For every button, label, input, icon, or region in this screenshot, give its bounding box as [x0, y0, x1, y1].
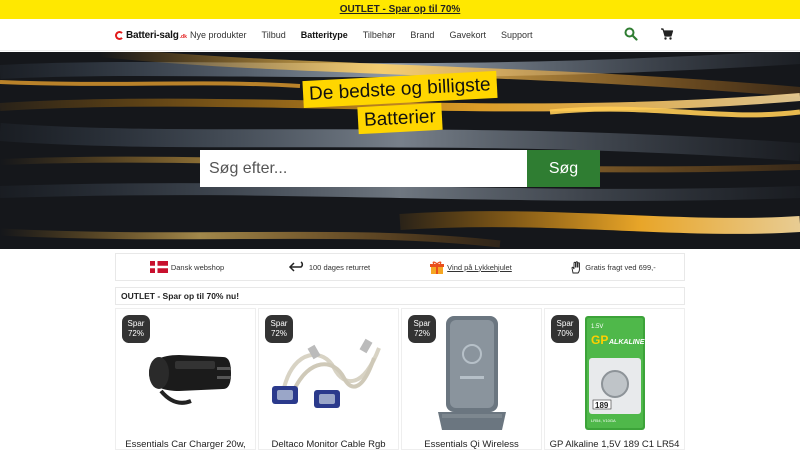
site-logo[interactable]: Batteri-salg .dk — [115, 28, 187, 42]
badge-label: Spar — [556, 319, 574, 328]
hero-headline-line1: De bedste og billigste — [0, 70, 800, 109]
menu-item-nye-produkter[interactable]: Nye produkter — [190, 28, 247, 42]
product-name[interactable]: GP Alkaline 1,5V 189 C1 LR54 — [545, 439, 684, 449]
logo-tld: .dk — [179, 34, 187, 40]
package-model: 189 — [595, 401, 609, 410]
gift-icon — [430, 261, 445, 274]
package-codes: LR54, V10GA — [591, 418, 616, 423]
logo-mark-icon — [115, 30, 124, 40]
cart-icon[interactable] — [660, 27, 674, 41]
badge-value: 72% — [413, 329, 430, 338]
return-arrow-icon — [288, 261, 303, 272]
product-card[interactable]: Spar 72% Essentials Car Charger 20w, — [115, 308, 256, 450]
headline-text-1: De bedste og billigste — [302, 70, 498, 109]
car-charger-image — [148, 355, 231, 405]
search-input[interactable]: Søg efter... — [200, 150, 527, 187]
menu-item-tilbehor[interactable]: Tilbehør — [363, 28, 396, 42]
usp-return: 100 dages returret — [258, 261, 400, 273]
badge-label: Spar — [127, 319, 145, 328]
package-voltage: 1.5V — [591, 324, 603, 330]
product-name[interactable]: Essentials Qi Wireless — [402, 439, 541, 449]
product-card[interactable]: Spar 72% Deltaco Monitor Cable Rgb — [258, 308, 399, 450]
usp-link[interactable]: Vind på Lykkehjulet — [447, 263, 512, 272]
product-grid: Spar 72% Essentials Car Charger 20w, Spa… — [115, 308, 685, 450]
wireless-charger-image — [437, 316, 506, 430]
headline-text-2: Batterier — [357, 102, 443, 135]
menu-item-tilbud[interactable]: Tilbud — [262, 28, 286, 42]
discount-badge: Spar 70% — [551, 315, 579, 343]
badge-value: 72% — [270, 329, 287, 338]
usp-bar: Dansk webshop 100 dages returret Vind på… — [115, 253, 685, 281]
nav-icons — [624, 27, 674, 41]
announcement-bar[interactable]: OUTLET - Spar op til 70% — [0, 0, 800, 19]
search-icon[interactable] — [624, 27, 638, 41]
usp-wheel[interactable]: Vind på Lykkehjulet — [400, 261, 542, 274]
main-navigation: Batteri-salg .dk Nye produkter Tilbud Ba… — [0, 19, 800, 51]
discount-badge: Spar 72% — [122, 315, 150, 343]
discount-badge: Spar 72% — [265, 315, 293, 343]
usp-free-shipping: Gratis fragt ved 699,- — [542, 260, 684, 274]
hero-search: Søg efter... Søg — [200, 150, 600, 187]
usp-text: Dansk webshop — [170, 262, 225, 272]
menu-item-support[interactable]: Support — [501, 28, 533, 42]
package-brand: GP — [591, 333, 608, 347]
badge-value: 70% — [556, 329, 573, 338]
usp-text: 100 dages returret — [308, 262, 371, 272]
gp-battery-package-image: 1.5V GP ALKALINE 189 LR54, V10GA — [584, 316, 645, 430]
menu-bar: Nye produkter Tilbud Batteritype Tilbehø… — [190, 28, 548, 42]
logo-text: Batteri-salg — [126, 29, 179, 41]
search-button[interactable]: Søg — [527, 150, 600, 187]
product-card[interactable]: Spar 72% Essentials Qi Wireless — [401, 308, 542, 450]
hero-banner: De bedste og billigste Batterier Søg eft… — [0, 52, 800, 249]
usp-danish-webshop: Dansk webshop — [116, 261, 258, 273]
section-title: OUTLET - Spar op til 70% nu! — [115, 287, 685, 305]
badge-label: Spar — [413, 319, 431, 328]
hero-headline-line2: Batterier — [0, 102, 800, 135]
product-name[interactable]: Deltaco Monitor Cable Rgb — [259, 439, 398, 449]
danish-flag-icon — [149, 261, 168, 273]
outlet-link[interactable]: OUTLET - Spar op til 70% — [340, 4, 461, 15]
menu-item-gavekort[interactable]: Gavekort — [449, 28, 486, 42]
product-card[interactable]: Spar 70% 1.5V GP ALKALINE 189 LR54, V10G… — [544, 308, 685, 450]
badge-label: Spar — [270, 319, 288, 328]
discount-badge: Spar 72% — [408, 315, 436, 343]
menu-item-batteritype[interactable]: Batteritype — [301, 28, 348, 42]
package-line: ALKALINE — [608, 339, 645, 346]
product-name[interactable]: Essentials Car Charger 20w, — [116, 439, 255, 449]
menu-item-brand[interactable]: Brand — [410, 28, 434, 42]
usp-text: Gratis fragt ved 699,- — [585, 262, 656, 272]
hand-icon — [571, 260, 581, 273]
badge-value: 72% — [127, 329, 144, 338]
